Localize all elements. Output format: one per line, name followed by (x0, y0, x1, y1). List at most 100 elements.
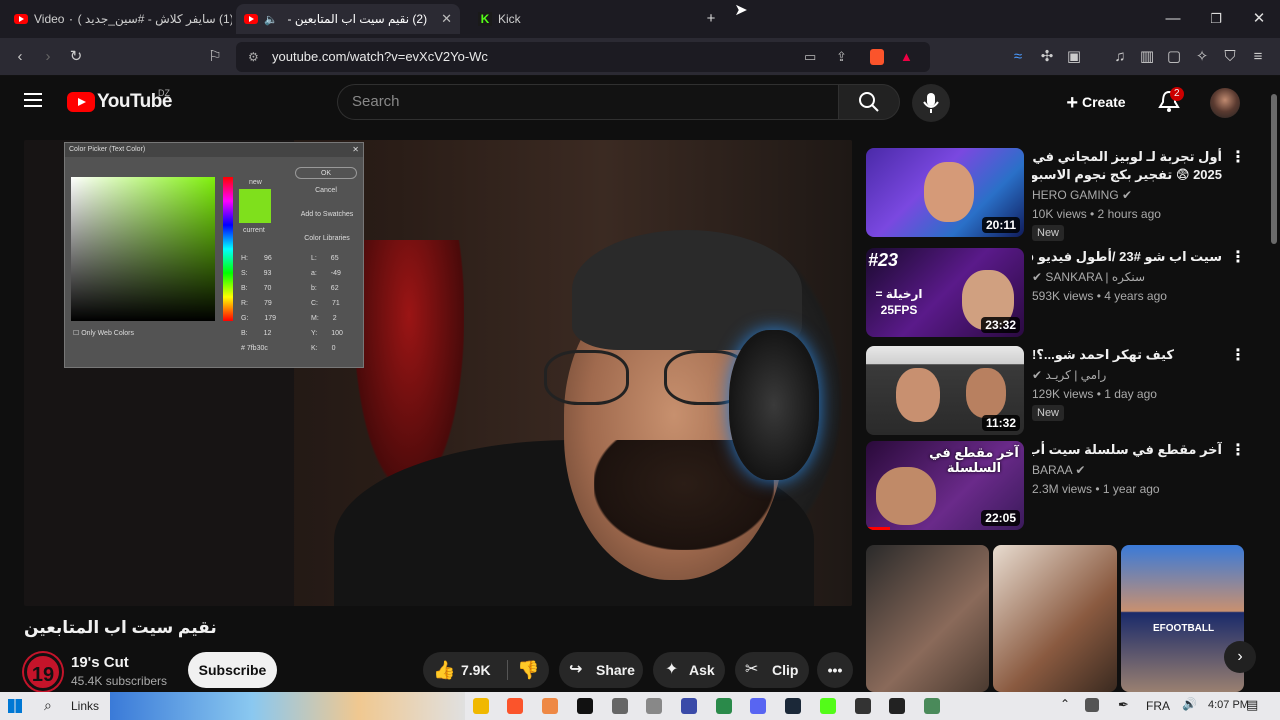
field-g[interactable]: G: 179 (241, 315, 301, 330)
epic-games-icon[interactable] (855, 698, 871, 714)
field-m[interactable]: M: 2 (311, 315, 361, 330)
recommendation-item[interactable]: 20:11 أول تجربة لـ لوبيز المجاني في eFoo… (866, 148, 1256, 241)
clock[interactable]: 4:07 PM (1208, 699, 1249, 711)
field-blue[interactable]: B: 12 (241, 330, 301, 345)
channel-name[interactable]: 19's Cut (71, 654, 129, 671)
video-title[interactable]: آخر مقطع في سلسلة سيت أب المتابعين (1032, 441, 1222, 459)
dislike-icon[interactable]: 👎 (517, 652, 539, 688)
more-actions-button[interactable]: ••• (817, 652, 853, 688)
short-thumbnail[interactable]: EFOOTBALL (1121, 545, 1244, 692)
video-thumbnail[interactable]: 20:11 (866, 148, 1024, 237)
field-hex[interactable]: # 7fb30c (241, 345, 301, 360)
input-language[interactable]: FRA (1146, 699, 1170, 713)
notification-center-icon[interactable]: ▤ (1246, 697, 1258, 713)
scrollbar-thumb[interactable] (1271, 94, 1277, 244)
video-title-line2[interactable]: 2025 😨 تفجير بكج نجوم الاسبوع وعودة... (1032, 166, 1222, 184)
file-explorer-icon[interactable] (473, 698, 489, 714)
share-page-icon[interactable]: ⇪ (836, 42, 847, 72)
channel-name[interactable]: HERO GAMING ✔ (1032, 188, 1132, 202)
close-tab-icon[interactable]: ✕ (441, 11, 452, 27)
field-k[interactable]: K: 0 (311, 345, 361, 360)
tab-video-1[interactable]: (1) سايفر كلاش - #سين_جديد ) Video ۰ (6, 4, 232, 34)
video-player[interactable]: Color Picker (Text Color) ✕ new current … (24, 140, 852, 606)
guide-menu-icon[interactable] (24, 93, 42, 107)
sidebar-toggle-icon[interactable]: ▥ (1137, 47, 1157, 67)
field-s[interactable]: S: 93 (241, 270, 301, 285)
feather-icon[interactable]: ✒ (1118, 697, 1129, 713)
channel-name[interactable]: ✔ SANKARA | سنكره (1032, 270, 1145, 284)
more-vert-icon[interactable]: ⋮ (1230, 250, 1246, 268)
share-button[interactable]: ↪ Share (559, 652, 643, 688)
video-thumbnail[interactable]: 11:32 (866, 346, 1024, 435)
steam-icon[interactable] (785, 698, 801, 714)
subscribe-button[interactable]: Subscribe (188, 652, 277, 688)
speaker-icon[interactable]: 🔈 (264, 13, 278, 26)
video-title[interactable]: أول تجربة لـ لوبيز المجاني في eFootball (1032, 148, 1222, 166)
create-button[interactable]: + Create (1058, 84, 1134, 120)
channel-name[interactable]: ✔ رامي | كريـد (1032, 368, 1106, 382)
calculator-icon[interactable] (646, 698, 662, 714)
brave-browser-icon[interactable] (507, 698, 523, 714)
cancel-button[interactable]: Cancel (295, 185, 357, 197)
hue-slider[interactable] (223, 177, 233, 321)
site-settings-icon[interactable]: ⚙ (248, 42, 259, 72)
channel-name[interactable]: BARAA ✔ (1032, 463, 1085, 477)
minimize-icon[interactable]: — (1162, 8, 1184, 30)
media-icon[interactable]: ♫ (1110, 47, 1130, 67)
restore-icon[interactable]: ❐ (1205, 8, 1227, 30)
leo-sparkle-icon[interactable]: ✧ (1192, 47, 1212, 67)
field-h[interactable]: H: 96 (241, 255, 301, 270)
network-volume-icon[interactable]: 🔊 (1182, 697, 1197, 711)
recommendation-item[interactable]: 11:32 كيف تهكر احمد شو...؟! ✔ رامي | كري… (866, 346, 1256, 436)
tray-icon[interactable] (1085, 698, 1099, 712)
forward-icon[interactable]: › (38, 47, 58, 67)
tab-current-video[interactable]: 🔈 (2) نقيم سيت اب المتابعين - be ✕ (236, 4, 460, 34)
kick-icon[interactable] (820, 698, 836, 714)
notifications-button[interactable]: 2 (1158, 87, 1184, 114)
voice-search-button[interactable] (912, 84, 950, 122)
app-icon[interactable] (889, 698, 905, 714)
search-button[interactable] (838, 84, 900, 120)
vpn-shield-icon[interactable]: ⛉ (1220, 47, 1240, 67)
add-to-swatches-button[interactable]: Add to Swatches (295, 209, 359, 221)
field-y[interactable]: Y: 100 (311, 330, 361, 345)
tab-kick[interactable]: K Kick (470, 4, 694, 34)
leo-ai-icon[interactable]: ≈ (1008, 47, 1028, 67)
video-thumbnail[interactable]: #23 ارخيلة = 25FPS 23:32 (866, 248, 1024, 337)
cast-icon[interactable]: ▭ (804, 42, 816, 72)
field-b[interactable]: B: 70 (241, 285, 301, 300)
scrollbar[interactable] (1268, 76, 1280, 692)
like-count[interactable]: 7.9K (461, 652, 491, 688)
app-icon[interactable] (924, 698, 940, 714)
color-libraries-button[interactable]: Color Libraries (295, 233, 359, 245)
close-window-icon[interactable]: ✕ (1248, 8, 1270, 30)
chevron-right-icon[interactable]: › (1224, 641, 1256, 673)
extensions-icon[interactable]: ✣ (1037, 47, 1057, 67)
discord-icon[interactable] (750, 698, 766, 714)
chevron-up-icon[interactable]: ⌃ (1060, 697, 1070, 711)
windows-start-icon[interactable] (8, 699, 22, 713)
tiktok-icon[interactable] (577, 698, 593, 714)
youtube-logo-icon[interactable] (67, 92, 95, 112)
brave-rewards-icon[interactable]: ▲ (900, 42, 913, 72)
ask-button[interactable]: ✦ Ask (653, 652, 725, 688)
back-icon[interactable]: ‹ (10, 47, 30, 67)
like-icon[interactable]: 👍 (433, 652, 455, 688)
taskbar-search-label[interactable]: Links (71, 699, 99, 713)
new-tab-icon[interactable]: + (700, 8, 722, 30)
app-icon[interactable] (542, 698, 558, 714)
field-c[interactable]: C: 71 (311, 300, 361, 315)
reload-icon[interactable]: ↻ (66, 47, 86, 67)
channel-avatar[interactable]: 19 (24, 653, 62, 691)
account-avatar[interactable] (1210, 88, 1240, 118)
app-icon[interactable] (681, 698, 697, 714)
recommendation-item[interactable]: آخر مقطع في السلسلة 22:05 آخر مقطع في سل… (866, 441, 1256, 531)
address-bar[interactable]: ⚙ youtube.com/watch?v=evXcV2Yo-Wc ▭ ⇪ ▲ (236, 42, 930, 72)
video-thumbnail[interactable]: آخر مقطع في السلسلة 22:05 (866, 441, 1024, 530)
app-icon[interactable] (612, 698, 628, 714)
search-input[interactable]: Search (337, 84, 838, 120)
more-vert-icon[interactable]: ⋮ (1230, 348, 1246, 366)
field-l[interactable]: L: 65 (311, 255, 361, 270)
more-vert-icon[interactable]: ⋮ (1230, 443, 1246, 461)
menu-icon[interactable]: ≡ (1248, 47, 1268, 67)
